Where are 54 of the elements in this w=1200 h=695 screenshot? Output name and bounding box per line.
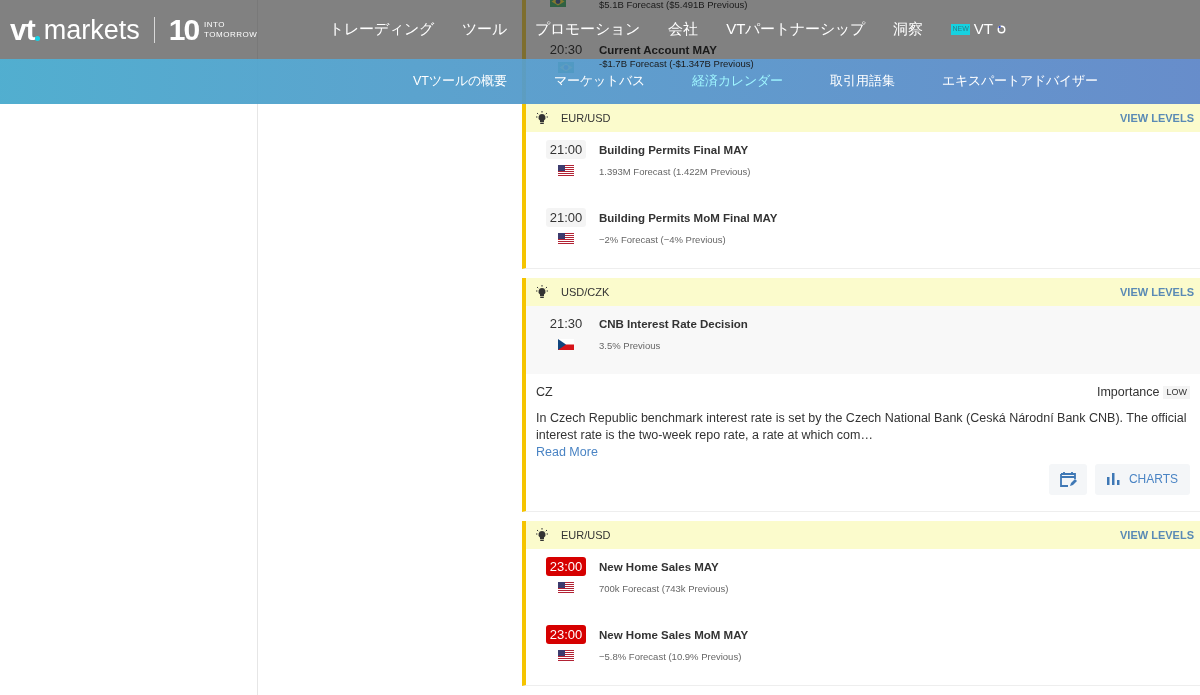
- view-levels-link[interactable]: VIEW LEVELS: [1120, 109, 1194, 127]
- bar-chart-icon: [1106, 473, 1121, 486]
- event-title[interactable]: New Home Sales MAY: [599, 556, 729, 576]
- view-levels-link[interactable]: VIEW LEVELS: [1120, 526, 1194, 543]
- nav-link[interactable]: ツール: [462, 18, 508, 41]
- lightbulb-icon: [536, 111, 548, 125]
- event-time: 20:30: [549, 41, 583, 58]
- tagline: INTO: [204, 19, 227, 30]
- event-detail: −2% Forecast (−4% Previous): [599, 233, 727, 248]
- calendar-edit-icon: [1058, 470, 1077, 489]
- event-detail: 3.5% Previous: [599, 339, 662, 354]
- nav-link[interactable]: 会社: [668, 18, 699, 41]
- event-time: 23:00: [545, 624, 587, 644]
- country-code: CZ: [536, 384, 553, 401]
- importance-badge: LOW: [1163, 385, 1190, 400]
- sub-nav-link[interactable]: 取引用語集: [830, 72, 895, 91]
- tagline: TOMORROW: [204, 29, 258, 40]
- anniversary-logo: 10: [168, 14, 199, 45]
- event-title[interactable]: Building Permits Final MAY: [599, 140, 751, 160]
- add-to-calendar-button[interactable]: [1048, 463, 1087, 495]
- event-detail: −5.8% Forecast (10.9% Previous): [599, 650, 743, 664]
- event-time: 21:30: [548, 315, 584, 333]
- view-levels-link[interactable]: VIEW LEVELS: [1120, 283, 1194, 301]
- event-detail: 700k Forecast (743k Previous): [599, 582, 729, 596]
- event-time: 23:00: [545, 556, 587, 576]
- importance-label: Importance: [1096, 384, 1160, 401]
- event-time: 21:00: [545, 140, 587, 159]
- logo-markets[interactable]: markets: [43, 14, 140, 45]
- logo-vt[interactable]: vt: [10, 14, 35, 45]
- nav-link[interactable]: VTパートナーシップ: [726, 18, 866, 41]
- logo-dot-icon: [34, 35, 40, 41]
- event-title[interactable]: New Home Sales MoM MAY: [599, 624, 749, 644]
- event-time: 21:00: [545, 208, 587, 227]
- currency-pair: EUR/USD: [561, 110, 611, 126]
- nav-link[interactable]: 洞察: [893, 18, 924, 41]
- event-title[interactable]: CNB Interest Rate Decision: [599, 314, 748, 334]
- sub-nav-link[interactable]: エキスパートアドバイザー: [942, 72, 1098, 91]
- event-detail: 1.393M Forecast (1.422M Previous): [599, 165, 751, 180]
- nav-link[interactable]: プロモーション: [535, 18, 641, 41]
- lightbulb-icon: [536, 527, 548, 542]
- sub-nav-link[interactable]: VTツールの概要: [413, 72, 507, 91]
- sub-nav-link[interactable]: 経済カレンダー: [692, 72, 783, 91]
- currency-pair: EUR/USD: [561, 527, 611, 543]
- read-more-link[interactable]: Read More: [536, 443, 598, 461]
- currency-pair: USD/CZK: [561, 284, 610, 300]
- lightbulb-icon: [536, 285, 548, 299]
- event-title[interactable]: Current Account MAY: [599, 41, 717, 57]
- nav-link[interactable]: トレーディング: [329, 18, 435, 41]
- charts-button[interactable]: CHARTS: [1094, 463, 1190, 495]
- event-title[interactable]: Building Permits MoM Final MAY: [599, 208, 778, 228]
- event-detail: -$1.7B Forecast (-$1.347B Previous): [599, 58, 754, 69]
- event-description: In Czech Republic benchmark interest rate is set by the Czech National Bank (Ceská Národní Bank CNB). The official interest rate is the two-week repo rate, a rate at which com…: [536, 409, 1188, 444]
- sub-nav-link[interactable]: マーケットバス: [554, 72, 645, 91]
- event-detail: $5.1B Forecast ($5.491B Previous): [599, 0, 748, 8]
